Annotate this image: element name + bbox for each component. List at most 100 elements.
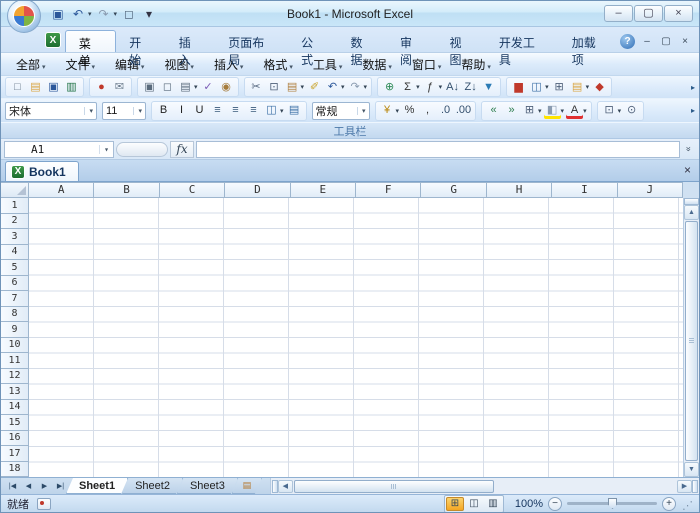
row-header[interactable]: 3 — [1, 229, 29, 245]
vertical-scroll-thumb[interactable] — [685, 221, 698, 461]
increase-decimal-icon[interactable]: .0 — [437, 103, 454, 119]
export-data-icon[interactable]: ◆ — [591, 79, 608, 95]
row-header[interactable]: 8 — [1, 306, 29, 322]
workbook-tab[interactable]: X Book1 — [5, 161, 79, 181]
sort-descending-icon[interactable]: Z↓ — [462, 79, 479, 95]
cell-styles-icon[interactable]: ▤ — [286, 103, 303, 119]
grid-cells[interactable] — [29, 198, 683, 477]
undo-icon-dropdown[interactable]: ▾ — [341, 83, 345, 91]
format-painter-icon[interactable]: ✐ — [306, 79, 323, 95]
sheet-tab-sheet3[interactable]: Sheet3 — [177, 478, 238, 494]
scroll-left-icon[interactable]: ◀ — [277, 479, 293, 493]
row-header[interactable]: 11 — [1, 353, 29, 369]
row-header[interactable]: 13 — [1, 384, 29, 400]
scroll-down-icon[interactable]: ▼ — [684, 462, 699, 477]
print-icon[interactable]: ▣ — [141, 79, 158, 95]
tab-data[interactable]: 数据 — [338, 30, 387, 67]
close-workbook-tab-icon[interactable]: × — [684, 163, 691, 177]
redo-icon-dropdown[interactable]: ▾ — [364, 83, 368, 91]
insert-function-button[interactable]: fx — [170, 140, 194, 158]
insert-function-icon-dropdown[interactable]: ▾ — [439, 83, 443, 91]
close-workbook-button[interactable]: × — [679, 36, 691, 48]
column-header[interactable]: B — [94, 182, 160, 198]
tab-developer[interactable]: 开发工具 — [486, 30, 559, 67]
undo-icon[interactable]: ↶ — [69, 5, 87, 22]
minimize-button[interactable]: – — [604, 5, 633, 22]
restore-button[interactable]: ▢ — [634, 5, 663, 22]
split-handle-vertical[interactable] — [684, 198, 699, 205]
borders-icon-dropdown[interactable]: ▾ — [538, 107, 542, 115]
redo-icon-dropdown[interactable]: ▾ — [114, 10, 118, 18]
select-all-corner[interactable] — [1, 182, 29, 198]
save-icon[interactable]: ▣ — [45, 79, 62, 95]
column-header[interactable]: H — [486, 182, 553, 198]
restore-workbook-button[interactable]: ▢ — [660, 36, 672, 48]
scroll-right-icon[interactable]: ▶ — [677, 479, 692, 493]
comma-style-icon[interactable]: , — [419, 103, 436, 119]
underline-icon[interactable]: U — [191, 103, 208, 119]
new-document-icon[interactable]: □ — [9, 79, 26, 95]
tab-review[interactable]: 审阅 — [387, 30, 436, 67]
align-center-icon[interactable]: ≡ — [227, 103, 244, 119]
help-icon[interactable]: ? — [620, 34, 635, 49]
font-color-icon-dropdown[interactable]: ▾ — [583, 107, 587, 115]
paste-icon-dropdown[interactable]: ▾ — [301, 83, 305, 91]
menu-format[interactable]: 格式 — [254, 53, 301, 76]
align-right-icon[interactable]: ≡ — [245, 103, 262, 119]
zoom-in-icon[interactable]: + — [662, 496, 676, 511]
row-header[interactable]: 9 — [1, 322, 29, 338]
quick-print-icon[interactable]: ▤ — [177, 79, 194, 95]
first-sheet-icon[interactable]: |◀ — [5, 480, 20, 493]
horizontal-scroll-thumb[interactable] — [293, 479, 494, 493]
column-header[interactable]: F — [356, 182, 422, 198]
increase-indent-icon[interactable]: » — [503, 103, 520, 119]
fill-color-icon-dropdown[interactable]: ▾ — [561, 107, 565, 115]
sheet-tab-sheet1[interactable]: Sheet1 — [66, 478, 128, 494]
cut-icon[interactable]: ✂ — [248, 79, 265, 95]
quick-print-icon-dropdown[interactable]: ▾ — [194, 83, 198, 91]
copy-icon[interactable]: ⊡ — [266, 79, 283, 95]
print-preview-icon[interactable]: ◻ — [120, 5, 138, 22]
merge-center-icon-dropdown[interactable]: ▾ — [280, 107, 284, 115]
row-header[interactable]: 1 — [1, 198, 29, 214]
row-header[interactable]: 6 — [1, 275, 29, 291]
tab-menu[interactable]: 菜单 — [64, 30, 117, 68]
format-cells-icon-dropdown[interactable]: ▾ — [618, 107, 622, 115]
open-folder-icon[interactable]: ▤ — [27, 79, 44, 95]
toolbar-overflow-icon[interactable]: ▸ — [691, 83, 695, 92]
hyperlink-icon[interactable]: ⊕ — [381, 79, 398, 95]
export-workbook-icon[interactable]: ▥ — [63, 79, 80, 95]
sheet-tab-sheet2[interactable]: Sheet2 — [122, 478, 183, 494]
font-size-combo[interactable]: 11 — [102, 101, 146, 120]
minimize-workbook-button[interactable]: – — [641, 36, 653, 48]
column-header[interactable]: J — [617, 182, 684, 198]
open-recent-folder-icon[interactable]: ▤ — [569, 79, 586, 95]
row-header[interactable]: 10 — [1, 337, 29, 353]
row-header[interactable]: 16 — [1, 430, 29, 446]
italic-icon[interactable]: I — [173, 103, 190, 119]
column-header[interactable]: D — [225, 182, 291, 198]
attachment-icon[interactable]: ✉ — [111, 79, 128, 95]
page-break-view-icon[interactable]: ▥ — [484, 497, 502, 511]
tab-add-ins[interactable]: 加载项 — [559, 30, 620, 67]
print-preview-icon[interactable]: ◻ — [159, 79, 176, 95]
menu-all[interactable]: 全部 — [7, 53, 54, 76]
scroll-up-icon[interactable]: ▲ — [684, 205, 699, 220]
row-header[interactable]: 14 — [1, 399, 29, 415]
customize-quick-access-icon[interactable]: ▾ — [140, 5, 158, 22]
page-layout-view-icon[interactable]: ◫ — [465, 497, 483, 511]
redo-icon[interactable]: ↷ — [347, 79, 364, 95]
research-icon[interactable]: ◉ — [218, 79, 235, 95]
macro-record-icon[interactable] — [37, 497, 51, 510]
row-header[interactable]: 7 — [1, 291, 29, 307]
borders-icon[interactable]: ⊞ — [521, 103, 538, 119]
column-header[interactable]: C — [159, 182, 226, 198]
split-handle-right[interactable] — [692, 479, 698, 493]
excel-app-icon[interactable]: X — [45, 32, 61, 48]
decrease-indent-icon[interactable]: « — [485, 103, 502, 119]
row-header[interactable]: 4 — [1, 244, 29, 260]
row-header[interactable]: 2 — [1, 213, 29, 229]
next-sheet-icon[interactable]: ▶ — [37, 480, 52, 493]
split-handle-left[interactable] — [271, 479, 278, 493]
previous-sheet-icon[interactable]: ◀ — [21, 480, 36, 493]
